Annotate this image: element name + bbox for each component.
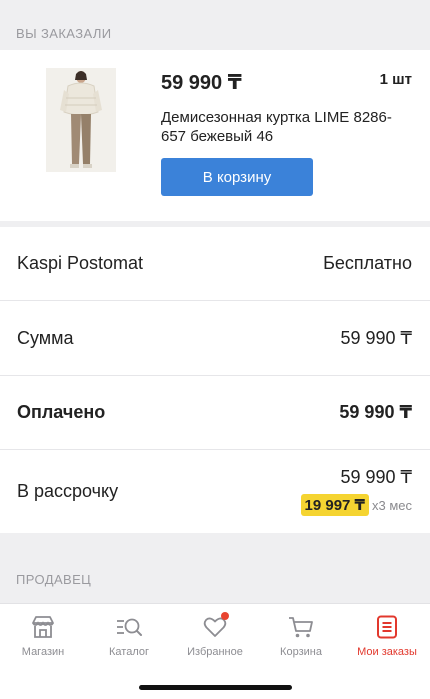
delivery-row: Kaspi Postomat Бесплатно [0,227,430,301]
seller-section-header: ПРОДАВЕЦ [16,572,92,587]
jacket-photo-illustration [46,68,116,172]
paid-label: Оплачено [17,402,106,422]
add-to-cart-button[interactable]: В корзину [161,158,313,196]
paid-row: Оплачено 59 990 ₸ [0,376,430,450]
delivery-method-label: Kaspi Postomat [17,253,144,273]
home-indicator[interactable] [139,685,292,690]
product-image[interactable] [46,68,116,172]
tab-favorites[interactable]: Избранное [172,604,258,666]
installment-monthly-line: 19 997 ₸ x3 мес [300,494,412,516]
tab-catalog-label: Каталог [109,646,149,658]
catalog-search-icon [117,618,142,636]
order-summary: Kaspi Postomat Бесплатно Сумма 59 990 ₸ … [0,227,430,533]
tab-my-orders[interactable]: Мои заказы [344,604,430,666]
product-name-link[interactable]: Демисезонная куртка LIME 8286-657 бежевы… [161,108,401,146]
monthly-payment-badge: 19 997 ₸ [300,494,369,516]
installment-row: В рассрочку 59 990 ₸ 19 997 ₸ x3 мес [0,450,430,533]
tab-my-orders-label: Мои заказы [357,646,417,658]
tab-cart-label: Корзина [280,646,322,658]
ordered-section-header: ВЫ ЗАКАЗАЛИ [16,26,112,41]
installment-total: 59 990 ₸ [340,467,412,487]
delivery-cost-value: Бесплатно [323,253,412,273]
installment-details: 59 990 ₸ 19 997 ₸ x3 мес [300,467,412,516]
sum-value: 59 990 ₸ [340,327,412,348]
installment-months: x3 мес [371,497,412,513]
tab-shop[interactable]: Магазин [0,604,86,666]
tab-cart[interactable]: Корзина [258,604,344,666]
shop-icon [32,616,54,638]
installment-label: В рассрочку [17,481,119,501]
tab-favorites-label: Избранное [187,646,243,658]
order-item-card[interactable]: 59 990 ₸ 1 шт Демисезонная куртка LIME 8… [0,50,430,221]
orders-icon [377,615,397,639]
sum-label: Сумма [17,327,74,348]
tab-catalog[interactable]: Каталог [86,604,172,666]
item-price: 59 990 ₸ [161,72,242,94]
order-details-screen: ВЫ ЗАКАЗАЛИ 59 990 ₸ 1 шт Демисезонная к… [0,0,430,699]
paid-value: 59 990 ₸ [339,402,412,422]
sum-row: Сумма 59 990 ₸ [0,301,430,376]
item-quantity: 1 шт [379,71,412,88]
tab-shop-label: Магазин [21,646,65,658]
cart-icon [289,617,313,638]
favorites-notification-dot [221,612,229,620]
